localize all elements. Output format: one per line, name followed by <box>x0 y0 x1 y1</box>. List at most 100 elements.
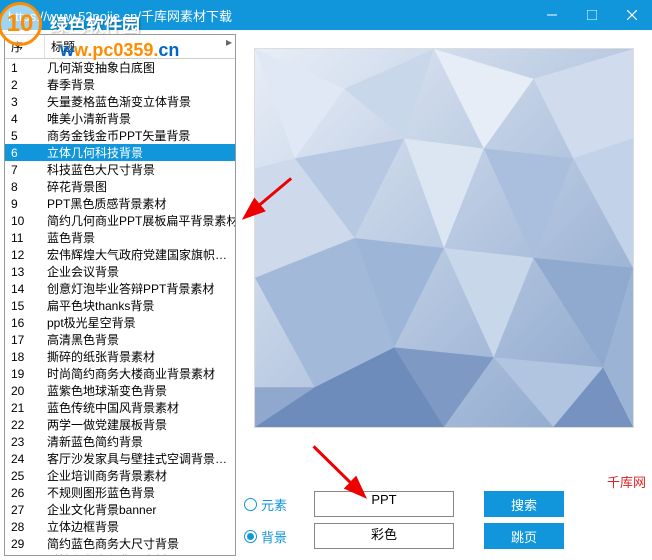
row-title: 科技商务金色背景素材 <box>45 552 235 555</box>
maximize-button[interactable] <box>572 0 612 30</box>
row-seq: 28 <box>5 520 45 534</box>
list-row[interactable]: 1几何渐变抽象白底图 <box>5 59 235 76</box>
row-title: 扁平色块thanks背景 <box>45 297 235 314</box>
row-title: 蓝色传统中国风背景素材 <box>45 399 235 416</box>
row-title: ppt极光星空背景 <box>45 314 235 331</box>
row-title: 立体边框背景 <box>45 518 235 535</box>
col-header-seq[interactable]: 序 <box>5 35 45 58</box>
row-seq: 25 <box>5 469 45 483</box>
row-seq: 9 <box>5 197 45 211</box>
row-seq: 3 <box>5 95 45 109</box>
row-title: 时尚简约商务大楼商业背景素材 <box>45 365 235 382</box>
list-row[interactable]: 15扁平色块thanks背景 <box>5 297 235 314</box>
list-row[interactable]: 13企业会议背景 <box>5 263 235 280</box>
row-title: 创意灯泡毕业答辩PPT背景素材 <box>45 280 235 297</box>
header-expand-icon[interactable]: ▸ <box>223 35 235 58</box>
list-row[interactable]: 5商务金钱金币PPT矢量背景 <box>5 127 235 144</box>
row-seq: 4 <box>5 112 45 126</box>
row-seq: 29 <box>5 537 45 551</box>
row-title: 不规则图形蓝色背景 <box>45 484 235 501</box>
row-title: 矢量菱格蓝色渐变立体背景 <box>45 93 235 110</box>
row-seq: 2 <box>5 78 45 92</box>
row-title: 唯美小清新背景 <box>45 110 235 127</box>
list-row[interactable]: 28立体边框背景 <box>5 518 235 535</box>
row-seq: 19 <box>5 367 45 381</box>
row-title: 蓝紫色地球渐变色背景 <box>45 382 235 399</box>
row-title: 蓝色背景 <box>45 229 235 246</box>
radio-background[interactable]: 背景 <box>244 527 304 546</box>
list-row[interactable]: 7科技蓝色大尺寸背景 <box>5 161 235 178</box>
window-controls <box>532 0 652 30</box>
row-seq: 13 <box>5 265 45 279</box>
row-seq: 1 <box>5 61 45 75</box>
color-input[interactable]: 彩色 <box>314 523 454 549</box>
row-title: 简约蓝色商务大尺寸背景 <box>45 535 235 552</box>
list-row[interactable]: 10简约几何商业PPT展板扁平背景素材 <box>5 212 235 229</box>
list-row[interactable]: 25企业培训商务背景素材 <box>5 467 235 484</box>
radio-element[interactable]: 元素 <box>244 495 304 514</box>
list-row[interactable]: 2春季背景 <box>5 76 235 93</box>
row-title: 科技蓝色大尺寸背景 <box>45 161 235 178</box>
list-row[interactable]: 23清新蓝色简约背景 <box>5 433 235 450</box>
row-title: 企业会议背景 <box>45 263 235 280</box>
row-title: 碎花背景图 <box>45 178 235 195</box>
row-seq: 21 <box>5 401 45 415</box>
row-title: 高清黑色背景 <box>45 331 235 348</box>
controls: 元素 PPT 搜索 背景 彩色 跳页 <box>244 478 644 552</box>
row-title: 企业文化背景banner <box>45 501 235 518</box>
list-row[interactable]: 24客厅沙发家具与壁挂式空调背景… <box>5 450 235 467</box>
minimize-button[interactable] <box>532 0 572 30</box>
row-seq: 15 <box>5 299 45 313</box>
watermark-domain: ww.pc0359.cn <box>60 40 179 61</box>
list-row[interactable]: 12宏伟辉煌大气政府党建国家旗帜… <box>5 246 235 263</box>
row-seq: 10 <box>5 214 45 228</box>
list-row[interactable]: 4唯美小清新背景 <box>5 110 235 127</box>
list-row[interactable]: 19时尚简约商务大楼商业背景素材 <box>5 365 235 382</box>
jump-button[interactable]: 跳页 <box>484 523 564 549</box>
list-body[interactable]: 1几何渐变抽象白底图2春季背景3矢量菱格蓝色渐变立体背景4唯美小清新背景5商务金… <box>5 59 235 555</box>
row-seq: 6 <box>5 146 45 160</box>
row-seq: 27 <box>5 503 45 517</box>
preview-area <box>244 40 644 478</box>
brand-watermark: 千库网 <box>607 472 646 491</box>
row-seq: 12 <box>5 248 45 262</box>
keyword-input[interactable]: PPT <box>314 491 454 517</box>
row-seq: 16 <box>5 316 45 330</box>
radio-background-label: 背景 <box>261 527 287 546</box>
list-row[interactable]: 29简约蓝色商务大尺寸背景 <box>5 535 235 552</box>
list-row[interactable]: 30科技商务金色背景素材 <box>5 552 235 555</box>
row-title: PPT黑色质感背景素材 <box>45 195 235 212</box>
close-button[interactable] <box>612 0 652 30</box>
list-row[interactable]: 21蓝色传统中国风背景素材 <box>5 399 235 416</box>
row-seq: 24 <box>5 452 45 466</box>
radio-element-label: 元素 <box>261 495 287 514</box>
row-title: 立体几何科技背景 <box>45 144 235 161</box>
row-title: 几何渐变抽象白底图 <box>45 59 235 76</box>
row-seq: 7 <box>5 163 45 177</box>
row-seq: 5 <box>5 129 45 143</box>
list-row[interactable]: 6立体几何科技背景 <box>5 144 235 161</box>
row-seq: 30 <box>5 554 45 556</box>
row-seq: 11 <box>5 231 45 245</box>
list-row[interactable]: 14创意灯泡毕业答辩PPT背景素材 <box>5 280 235 297</box>
list-row[interactable]: 22两学一做党建展板背景 <box>5 416 235 433</box>
list-row[interactable]: 11蓝色背景 <box>5 229 235 246</box>
list-row[interactable]: 26不规则图形蓝色背景 <box>5 484 235 501</box>
list-row[interactable]: 8碎花背景图 <box>5 178 235 195</box>
list-row[interactable]: 20蓝紫色地球渐变色背景 <box>5 382 235 399</box>
row-seq: 8 <box>5 180 45 194</box>
row-title: 春季背景 <box>45 76 235 93</box>
list-row[interactable]: 18撕碎的纸张背景素材 <box>5 348 235 365</box>
preview-image <box>254 48 634 428</box>
row-title: 撕碎的纸张背景素材 <box>45 348 235 365</box>
row-seq: 18 <box>5 350 45 364</box>
list-row[interactable]: 9PPT黑色质感背景素材 <box>5 195 235 212</box>
list-panel: 序 标题 ▸ 1几何渐变抽象白底图2春季背景3矢量菱格蓝色渐变立体背景4唯美小清… <box>4 34 236 556</box>
list-row[interactable]: 3矢量菱格蓝色渐变立体背景 <box>5 93 235 110</box>
row-seq: 17 <box>5 333 45 347</box>
row-title: 商务金钱金币PPT矢量背景 <box>45 127 235 144</box>
list-row[interactable]: 17高清黑色背景 <box>5 331 235 348</box>
list-row[interactable]: 27企业文化背景banner <box>5 501 235 518</box>
list-row[interactable]: 16ppt极光星空背景 <box>5 314 235 331</box>
search-button[interactable]: 搜索 <box>484 491 564 517</box>
